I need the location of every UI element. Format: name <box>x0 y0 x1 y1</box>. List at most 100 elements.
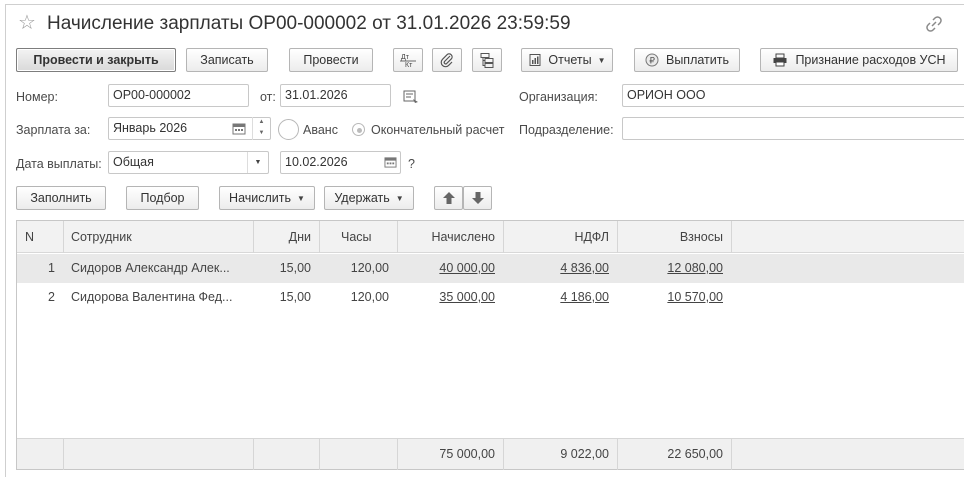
spin-up-icon[interactable]: ▲ <box>253 117 270 128</box>
final-payment-label: Окончательный расчет <box>371 123 505 137</box>
hours-cell[interactable]: 120,00 <box>319 261 397 275</box>
pay-button[interactable]: ₽ Выплатить <box>634 48 740 72</box>
calendar-icon[interactable] <box>232 122 246 135</box>
dt-kt-button[interactable]: Дт Кт <box>393 48 423 72</box>
row-number: 1 <box>48 261 55 275</box>
column-header-hours[interactable]: Часы <box>319 230 397 244</box>
dt-kt-icon: Дт Кт <box>400 54 416 69</box>
link-icon[interactable] <box>924 14 944 34</box>
attach-button[interactable] <box>432 48 462 72</box>
period-spinner[interactable]: ▲ ▼ <box>252 117 270 140</box>
column-header-n[interactable]: N <box>17 230 63 244</box>
structure-button[interactable] <box>472 48 502 72</box>
advance-label: Аванс <box>303 123 338 137</box>
column-header-employee[interactable]: Сотрудник <box>63 230 253 244</box>
spin-down-icon[interactable]: ▼ <box>253 128 270 139</box>
date-field[interactable]: 31.01.2026 <box>280 84 391 107</box>
column-header-days[interactable]: Дни <box>253 230 319 244</box>
table-row[interactable]: 2 Сидорова Валентина Фед... 15,00 120,00… <box>17 283 964 312</box>
deduct-button[interactable]: Удержать ▼ <box>324 186 414 210</box>
document-window: ☆ Начисление зарплаты ОР00-000002 от 31.… <box>5 4 964 477</box>
total-contributions: 22 650,00 <box>667 447 723 461</box>
accrued-link[interactable]: 40 000,00 <box>397 261 503 275</box>
row-number: 2 <box>48 290 55 304</box>
pay-date-field[interactable]: 10.02.2026 <box>280 151 401 174</box>
pay-date-type-select[interactable]: Общая <box>108 151 269 174</box>
payroll-table: N Сотрудник Дни Часы Начислено НДФЛ Взно… <box>16 220 964 470</box>
days-cell[interactable]: 15,00 <box>253 261 319 275</box>
pay-date-label: Дата выплаты: <box>16 157 102 171</box>
final-payment-radio[interactable] <box>352 123 365 136</box>
usn-expenses-button[interactable]: Признание расходов УСН <box>760 48 958 72</box>
division-field[interactable] <box>622 117 964 140</box>
pay-label: Выплатить <box>665 53 729 67</box>
post-button[interactable]: Провести <box>289 48 373 72</box>
chevron-down-icon: ▼ <box>395 193 404 203</box>
deduct-label: Удержать <box>334 191 390 205</box>
post-label: Провести <box>303 53 359 67</box>
fill-button[interactable]: Заполнить <box>16 186 106 210</box>
division-label: Подразделение: <box>519 123 614 137</box>
report-icon <box>529 54 541 66</box>
move-up-button[interactable] <box>434 186 463 210</box>
svg-text:₽: ₽ <box>649 56 655 66</box>
organization-field[interactable]: ОРИОН ООО <box>622 84 964 107</box>
table-header: N Сотрудник Дни Часы Начислено НДФЛ Взно… <box>17 221 964 253</box>
help-mark[interactable]: ? <box>408 157 415 171</box>
table-footer-totals: 75 000,00 9 022,00 22 650,00 <box>17 438 964 470</box>
total-accrued: 75 000,00 <box>439 447 495 461</box>
salary-period-value: Январь 2026 <box>113 121 188 135</box>
paperclip-icon <box>440 53 453 68</box>
save-button[interactable]: Записать <box>186 48 268 72</box>
fill-label: Заполнить <box>30 191 92 205</box>
post-and-close-button[interactable]: Провести и закрыть <box>16 48 176 72</box>
ndfl-link[interactable]: 4 186,00 <box>503 290 617 304</box>
organization-label: Организация: <box>519 90 598 104</box>
document-history-icon[interactable] <box>403 90 419 104</box>
accrue-label: Начислить <box>229 191 292 205</box>
select-button[interactable]: Подбор <box>126 186 199 210</box>
calendar-icon[interactable] <box>384 156 397 168</box>
save-label: Записать <box>200 53 254 67</box>
days-cell[interactable]: 15,00 <box>253 290 319 304</box>
select-label: Подбор <box>140 191 185 205</box>
contributions-link[interactable]: 10 570,00 <box>617 290 731 304</box>
advance-radio[interactable] <box>278 119 299 140</box>
reports-label: Отчеты <box>548 53 592 67</box>
move-down-button[interactable] <box>463 186 492 210</box>
printer-icon <box>773 53 787 67</box>
number-field[interactable]: ОР00-000002 <box>108 84 249 107</box>
arrow-up-icon <box>442 192 455 204</box>
accrued-link[interactable]: 35 000,00 <box>397 290 503 304</box>
contributions-link[interactable]: 12 080,00 <box>617 261 731 275</box>
reports-button[interactable]: Отчеты ▼ <box>521 48 613 72</box>
column-header-contributions[interactable]: Взносы <box>617 230 731 244</box>
total-ndfl: 9 022,00 <box>560 447 609 461</box>
svg-text:Кт: Кт <box>405 62 413 69</box>
hierarchy-icon <box>480 53 494 68</box>
date-label: от: <box>260 90 276 104</box>
number-label: Номер: <box>16 90 58 104</box>
hours-cell[interactable]: 120,00 <box>319 290 397 304</box>
svg-text:Дт: Дт <box>401 54 410 61</box>
chevron-down-icon[interactable]: ▼ <box>247 152 268 173</box>
accrue-button[interactable]: Начислить ▼ <box>219 186 315 210</box>
column-header-ndfl[interactable]: НДФЛ <box>503 230 617 244</box>
post-and-close-label: Провести и закрыть <box>33 53 159 67</box>
table-row[interactable]: 1 Сидоров Александр Алек... 15,00 120,00… <box>17 254 964 283</box>
title-bar: ☆ Начисление зарплаты ОР00-000002 от 31.… <box>6 5 964 43</box>
ndfl-link[interactable]: 4 836,00 <box>503 261 617 275</box>
employee-cell[interactable]: Сидорова Валентина Фед... <box>63 290 253 304</box>
pay-date-type-value: Общая <box>113 155 154 169</box>
favorite-star-icon[interactable]: ☆ <box>18 13 36 33</box>
salary-period-field[interactable]: Январь 2026 <box>108 117 271 140</box>
column-header-accrued[interactable]: Начислено <box>397 230 503 244</box>
pay-date-value: 10.02.2026 <box>285 155 348 169</box>
page-title: Начисление зарплаты ОР00-000002 от 31.01… <box>47 13 571 34</box>
arrow-down-icon <box>471 192 484 204</box>
ruble-coin-icon: ₽ <box>645 53 659 67</box>
usn-expenses-label: Признание расходов УСН <box>795 53 946 67</box>
chevron-down-icon: ▼ <box>297 193 305 203</box>
employee-cell[interactable]: Сидоров Александр Алек... <box>63 261 253 275</box>
salary-for-label: Зарплата за: <box>16 123 91 137</box>
